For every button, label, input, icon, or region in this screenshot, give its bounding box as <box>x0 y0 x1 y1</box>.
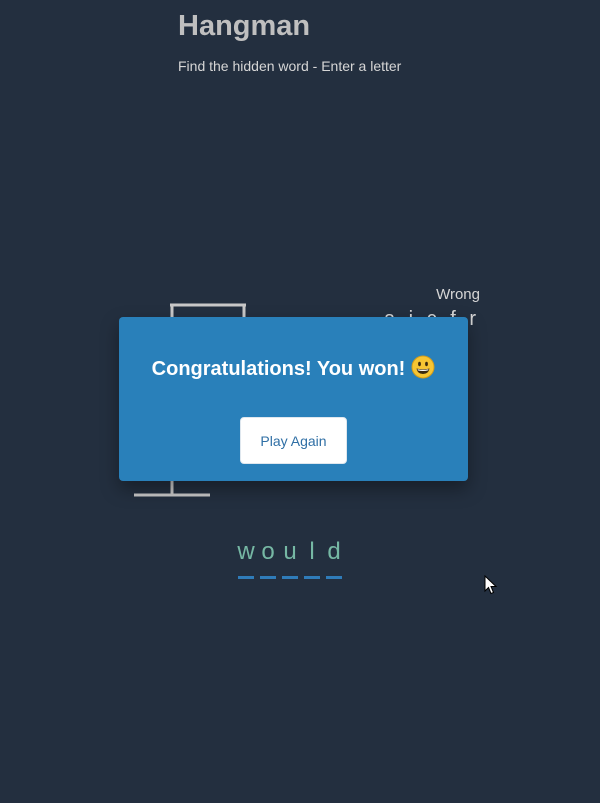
letter-slot: d <box>326 538 342 579</box>
hidden-word: w o u l d <box>237 538 342 579</box>
letter: o <box>261 538 275 565</box>
letter-slot: l <box>304 538 320 579</box>
letter-slot: u <box>282 538 298 579</box>
page-subtitle: Find the hidden word - Enter a letter <box>178 58 402 74</box>
page-title: Hangman <box>178 10 311 42</box>
letter: d <box>327 538 341 565</box>
letter: u <box>283 538 297 565</box>
grinning-face-icon <box>411 355 435 385</box>
letter-underline <box>304 576 320 579</box>
letter: w <box>237 538 255 565</box>
letter-underline <box>260 576 276 579</box>
wrong-label: Wrong <box>436 286 480 303</box>
letter: l <box>309 538 315 565</box>
letter-slot: o <box>260 538 276 579</box>
play-again-button[interactable]: Play Again <box>240 417 347 464</box>
letter-slot: w <box>237 538 255 579</box>
win-message: Congratulations! You won! <box>151 358 406 380</box>
mouse-pointer-icon <box>484 575 498 595</box>
letter-underline <box>326 576 342 579</box>
win-popup: Congratulations! You won! Play Again <box>119 317 468 481</box>
letter-underline <box>282 576 298 579</box>
popup-message: Congratulations! You won! <box>119 355 468 385</box>
letter-underline <box>238 576 254 579</box>
